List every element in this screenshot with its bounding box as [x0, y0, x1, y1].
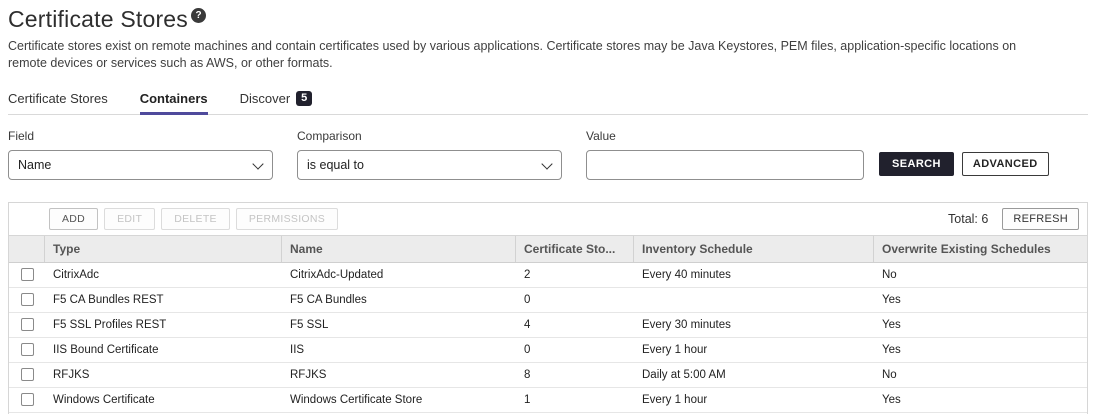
page-title: Certificate Stores — [8, 6, 188, 33]
value-label: Value — [586, 129, 864, 143]
delete-button[interactable]: DELETE — [161, 208, 230, 230]
comparison-select[interactable]: is equal to — [297, 150, 562, 180]
column-header[interactable]: Inventory Schedule — [634, 236, 874, 262]
tab-label: Containers — [140, 91, 208, 106]
cell-count: 8 — [516, 363, 634, 387]
cell-name: F5 CA Bundles — [282, 288, 516, 312]
column-header[interactable]: Certificate Sto... — [516, 236, 634, 262]
discover-count-badge: 5 — [296, 91, 312, 106]
search-button[interactable]: SEARCH — [879, 152, 954, 176]
comparison-label: Comparison — [297, 129, 562, 143]
row-checkbox-cell — [9, 288, 45, 312]
advanced-button[interactable]: ADVANCED — [962, 152, 1049, 176]
row-checkbox-cell — [9, 388, 45, 412]
cell-name: F5 SSL — [282, 313, 516, 337]
cell-schedule: Every 30 minutes — [634, 313, 874, 337]
field-select-wrap: Name — [8, 150, 273, 180]
column-header[interactable]: Name — [282, 236, 516, 262]
cell-type: IIS Bound Certificate — [45, 338, 282, 362]
certificate-stores-grid: ADD EDIT DELETE PERMISSIONS Total: 6 REF… — [8, 202, 1088, 414]
table-row[interactable]: F5 SSL Profiles RESTF5 SSL4Every 30 minu… — [9, 313, 1087, 338]
tab-certificate-stores[interactable]: Certificate Stores — [8, 86, 108, 114]
cell-schedule: Every 40 minutes — [634, 263, 874, 287]
permissions-button[interactable]: PERMISSIONS — [236, 208, 338, 230]
cell-overwrite: Yes — [874, 313, 1087, 337]
cell-type: Windows Certificate — [45, 388, 282, 412]
title-row: Certificate Stores ? — [8, 6, 1088, 33]
table-header: TypeNameCertificate Sto...Inventory Sche… — [9, 235, 1087, 263]
cell-count: 0 — [516, 338, 634, 362]
cell-name: RFJKS — [282, 363, 516, 387]
refresh-button[interactable]: REFRESH — [1002, 208, 1079, 230]
field-label: Field — [8, 129, 273, 143]
row-checkbox[interactable] — [21, 393, 34, 406]
cell-schedule: Every 1 hour — [634, 388, 874, 412]
row-checkbox-cell — [9, 263, 45, 287]
column-header[interactable]: Overwrite Existing Schedules — [874, 236, 1087, 262]
page-description: Certificate stores exist on remote machi… — [8, 38, 1058, 72]
cell-schedule: Every 1 hour — [634, 338, 874, 362]
tab-label: Certificate Stores — [8, 91, 108, 106]
cell-name: Windows Certificate Store — [282, 388, 516, 412]
cell-count: 2 — [516, 263, 634, 287]
value-group: Value — [586, 129, 864, 180]
add-button[interactable]: ADD — [49, 208, 98, 230]
table-row[interactable]: Windows CertificateWindows Certificate S… — [9, 388, 1087, 413]
row-checkbox-cell — [9, 338, 45, 362]
value-input[interactable] — [586, 150, 864, 180]
tab-label: Discover — [240, 91, 291, 106]
row-checkbox[interactable] — [21, 343, 34, 356]
cell-name: CitrixAdc-Updated — [282, 263, 516, 287]
cell-count: 0 — [516, 288, 634, 312]
row-checkbox[interactable] — [21, 268, 34, 281]
cell-overwrite: Yes — [874, 388, 1087, 412]
comparison-group: Comparison is equal to — [297, 129, 562, 180]
header-checkbox-cell — [9, 236, 45, 262]
search-filters: Field Name Comparison is equal to Value … — [8, 129, 1088, 180]
page: Certificate Stores ? Certificate stores … — [0, 0, 1096, 414]
field-select[interactable]: Name — [8, 150, 273, 180]
row-checkbox-cell — [9, 363, 45, 387]
table-row[interactable]: RFJKSRFJKS8Daily at 5:00 AMNo — [9, 363, 1087, 388]
cell-overwrite: Yes — [874, 288, 1087, 312]
field-group: Field Name — [8, 129, 273, 180]
column-header[interactable]: Type — [45, 236, 282, 262]
row-checkbox-cell — [9, 313, 45, 337]
tab-discover[interactable]: Discover 5 — [240, 86, 313, 114]
edit-button[interactable]: EDIT — [104, 208, 155, 230]
table-row[interactable]: CitrixAdcCitrixAdc-Updated2Every 40 minu… — [9, 263, 1087, 288]
cell-type: CitrixAdc — [45, 263, 282, 287]
tab-containers[interactable]: Containers — [140, 86, 208, 114]
cell-overwrite: Yes — [874, 338, 1087, 362]
table-row[interactable]: IIS Bound CertificateIIS0Every 1 hourYes — [9, 338, 1087, 363]
total-count: Total: 6 — [948, 212, 988, 226]
cell-count: 4 — [516, 313, 634, 337]
tab-bar: Certificate Stores Containers Discover 5 — [8, 86, 1088, 115]
row-checkbox[interactable] — [21, 318, 34, 331]
cell-overwrite: No — [874, 363, 1087, 387]
cell-type: RFJKS — [45, 363, 282, 387]
cell-schedule: Daily at 5:00 AM — [634, 363, 874, 387]
cell-type: F5 SSL Profiles REST — [45, 313, 282, 337]
row-checkbox[interactable] — [21, 293, 34, 306]
cell-name: IIS — [282, 338, 516, 362]
grid-toolbar: ADD EDIT DELETE PERMISSIONS Total: 6 REF… — [9, 203, 1087, 235]
table-row[interactable]: F5 CA Bundles RESTF5 CA Bundles0 Yes — [9, 288, 1087, 313]
cell-type: F5 CA Bundles REST — [45, 288, 282, 312]
row-checkbox[interactable] — [21, 368, 34, 381]
cell-schedule — [634, 288, 874, 312]
help-icon[interactable]: ? — [191, 8, 206, 23]
table-body: CitrixAdcCitrixAdc-Updated2Every 40 minu… — [9, 263, 1087, 413]
cell-count: 1 — [516, 388, 634, 412]
cell-overwrite: No — [874, 263, 1087, 287]
comparison-select-wrap: is equal to — [297, 150, 562, 180]
